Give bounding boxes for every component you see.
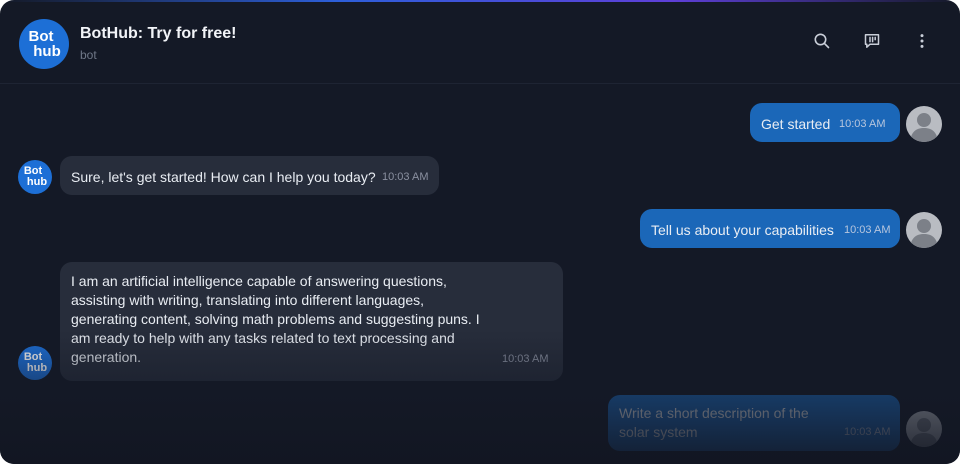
chat-window: Bot hub BotHub: Try for free! bot Get st… — [0, 0, 960, 464]
search-icon — [814, 33, 830, 49]
feedback-icon — [864, 34, 880, 48]
feedback-button[interactable] — [861, 30, 883, 52]
chat-title: BotHub: Try for free! — [80, 25, 237, 42]
chat-header: Bot hub BotHub: Try for free! bot — [0, 0, 960, 84]
message-line: am ready to help with any tasks related … — [71, 330, 455, 346]
bot-message[interactable]: I am an artificial intelligence capable … — [60, 262, 563, 381]
logo-text-line1: Bot — [28, 28, 54, 45]
message-text: Get started — [761, 116, 831, 132]
chat-subtitle: bot — [80, 48, 97, 62]
message-time: 10:03 AM — [844, 426, 891, 438]
user-avatar — [906, 411, 942, 447]
bot-avatar-text-line2: hub — [26, 362, 48, 374]
message-line: generation. — [71, 349, 142, 365]
message-line: solar system — [619, 424, 698, 440]
message-line: generating content, solving math problem… — [71, 311, 480, 327]
message-time: 10:03 AM — [839, 118, 886, 130]
user-avatar-icon — [910, 219, 938, 248]
user-message[interactable]: Write a short description of the solar s… — [608, 395, 900, 451]
user-message[interactable]: Tell us about your capabilities 10:03 AM — [640, 209, 900, 248]
message-text: Sure, let's get started! How can I help … — [71, 169, 376, 185]
message-time: 10:03 AM — [382, 171, 429, 183]
user-avatar — [906, 106, 942, 142]
more-button[interactable] — [911, 30, 933, 52]
bot-avatar-text-line2: hub — [26, 176, 48, 188]
message-line: I am an artificial intelligence capable … — [71, 273, 447, 289]
user-avatar-icon — [910, 113, 938, 142]
bot-avatar: Bot hub — [18, 346, 52, 380]
message-line: Write a short description of the — [619, 405, 809, 421]
message-time: 10:03 AM — [844, 224, 891, 236]
message-time: 10:03 AM — [502, 353, 549, 365]
message-line: assisting with writing, translating into… — [71, 292, 425, 308]
bot-message[interactable]: Sure, let's get started! How can I help … — [60, 156, 439, 195]
bot-avatar: Bot hub — [18, 160, 52, 194]
logo-text-line2: hub — [33, 43, 61, 60]
user-avatar — [906, 212, 942, 248]
user-message[interactable]: Get started 10:03 AM — [750, 103, 900, 142]
search-button[interactable] — [811, 30, 833, 52]
more-vertical-icon — [920, 34, 924, 48]
user-avatar-icon — [910, 418, 938, 447]
bot-logo: Bot hub — [19, 19, 69, 69]
message-text: Tell us about your capabilities — [651, 222, 834, 238]
